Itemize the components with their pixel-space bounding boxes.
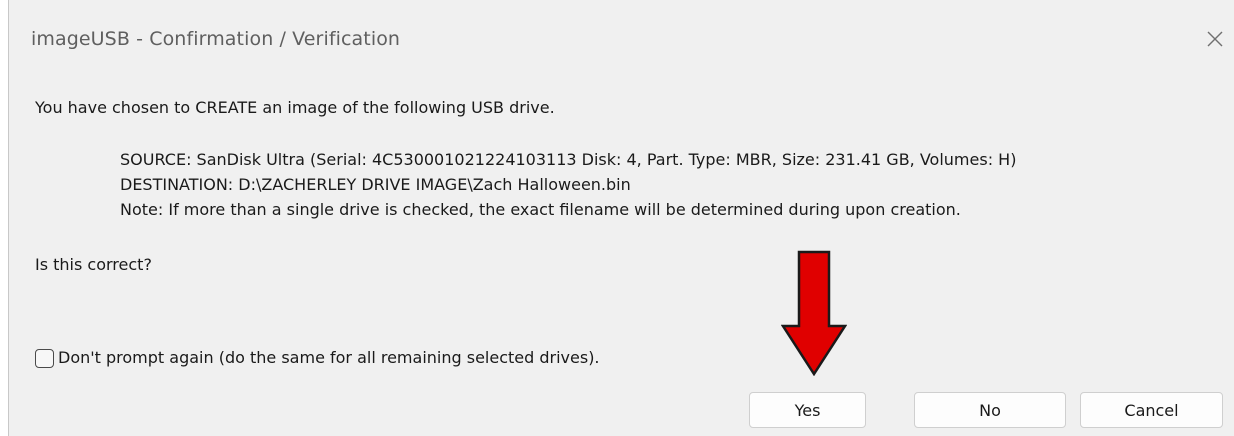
- dont-prompt-again-label[interactable]: Don't prompt again (do the same for all …: [58, 346, 600, 370]
- cancel-button[interactable]: Cancel: [1080, 392, 1223, 428]
- dont-prompt-again-option[interactable]: Don't prompt again (do the same for all …: [35, 346, 600, 370]
- source-line: SOURCE: SanDisk Ultra (Serial: 4C5300010…: [120, 150, 1017, 169]
- yes-button[interactable]: Yes: [749, 392, 866, 428]
- intro-message: You have chosen to CREATE an image of th…: [35, 98, 555, 117]
- confirmation-question: Is this correct?: [35, 255, 152, 274]
- dialog-content: You have chosen to CREATE an image of th…: [9, 80, 1234, 436]
- dont-prompt-again-checkbox[interactable]: [35, 348, 54, 368]
- note-line: Note: If more than a single drive is che…: [120, 200, 961, 219]
- window-title: imageUSB - Confirmation / Verification: [31, 28, 401, 50]
- title-bar: imageUSB - Confirmation / Verification: [9, 0, 1234, 80]
- confirmation-dialog: imageUSB - Confirmation / Verification Y…: [8, 0, 1234, 436]
- destination-line: DESTINATION: D:\ZACHERLEY DRIVE IMAGE\Za…: [120, 175, 631, 194]
- close-icon[interactable]: [1202, 26, 1228, 52]
- no-button[interactable]: No: [914, 392, 1066, 428]
